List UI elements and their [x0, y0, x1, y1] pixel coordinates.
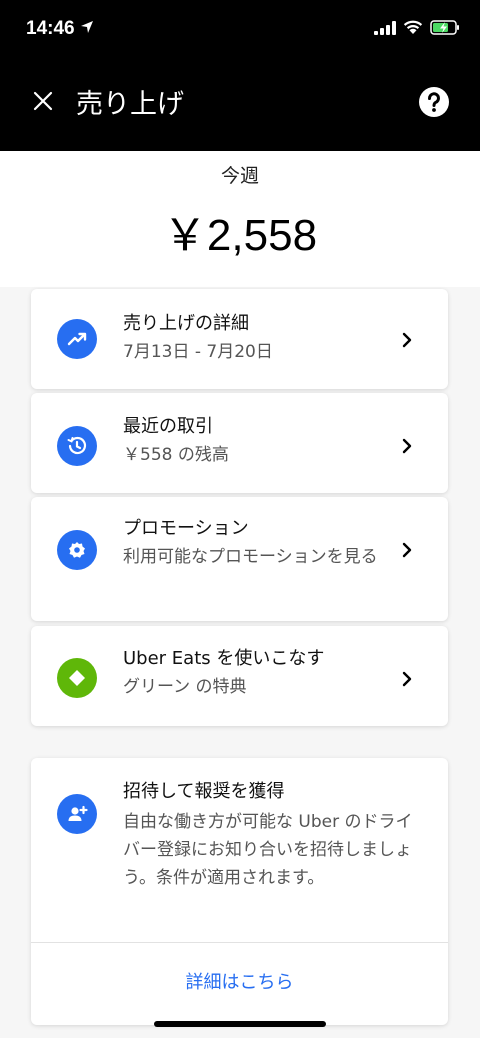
row-title: プロモーション	[123, 518, 249, 539]
period-label: 今週	[220, 165, 259, 187]
home-indicator	[154, 1021, 326, 1027]
cellular-signal-icon	[374, 20, 396, 35]
close-button[interactable]	[26, 84, 60, 118]
chevron-right-icon	[402, 671, 412, 687]
location-arrow-icon	[81, 21, 93, 33]
close-icon	[33, 91, 53, 111]
row-subtitle: ￥558 の残高	[123, 445, 229, 465]
top-bar: 14:46 売り上げ	[0, 0, 480, 151]
chevron-right-icon	[402, 332, 412, 348]
details-link[interactable]: 詳細はこちら	[31, 968, 448, 994]
row-subtitle: グリーン の特典	[123, 677, 247, 697]
recent-transactions-row[interactable]: 最近の取引 ￥558 の残高	[31, 393, 448, 493]
earnings-summary: 今週 ￥2,558	[0, 151, 480, 287]
row-title: Uber Eats を使いこなす	[123, 648, 325, 669]
chevron-right-icon	[402, 438, 412, 454]
status-time: 14:46	[26, 18, 75, 39]
row-title: 最近の取引	[123, 416, 213, 437]
gear-icon	[57, 530, 97, 570]
promotions-row[interactable]: プロモーション 利用可能なプロモーションを見る	[31, 497, 448, 621]
diamond-icon	[57, 658, 97, 698]
page-title: 売り上げ	[76, 89, 184, 120]
chevron-right-icon	[402, 542, 412, 558]
earnings-amount: ￥2,558	[162, 211, 318, 260]
divider	[31, 942, 448, 943]
battery-charging-icon	[430, 20, 459, 35]
row-subtitle: 7月13日 - 7月20日	[123, 342, 273, 362]
invite-card: 招待して報奨を獲得 自由な働き方が可能な Uber のドライバー登録にお知り合い…	[31, 758, 448, 1025]
add-person-icon	[57, 794, 97, 834]
wifi-icon	[403, 20, 423, 34]
help-icon[interactable]	[418, 86, 450, 118]
row-title: 売り上げの詳細	[123, 313, 249, 334]
invite-title: 招待して報奨を獲得	[123, 781, 285, 802]
history-icon	[57, 426, 97, 466]
uber-eats-row[interactable]: Uber Eats を使いこなす グリーン の特典	[31, 626, 448, 726]
status-icons	[374, 20, 460, 35]
earnings-details-row[interactable]: 売り上げの詳細 7月13日 - 7月20日	[31, 289, 448, 389]
trend-up-icon	[57, 319, 97, 359]
row-subtitle: 利用可能なプロモーションを見る	[123, 547, 378, 567]
invite-body: 自由な働き方が可能な Uber のドライバー登録にお知り合いを招待しましょう。条…	[123, 812, 413, 888]
